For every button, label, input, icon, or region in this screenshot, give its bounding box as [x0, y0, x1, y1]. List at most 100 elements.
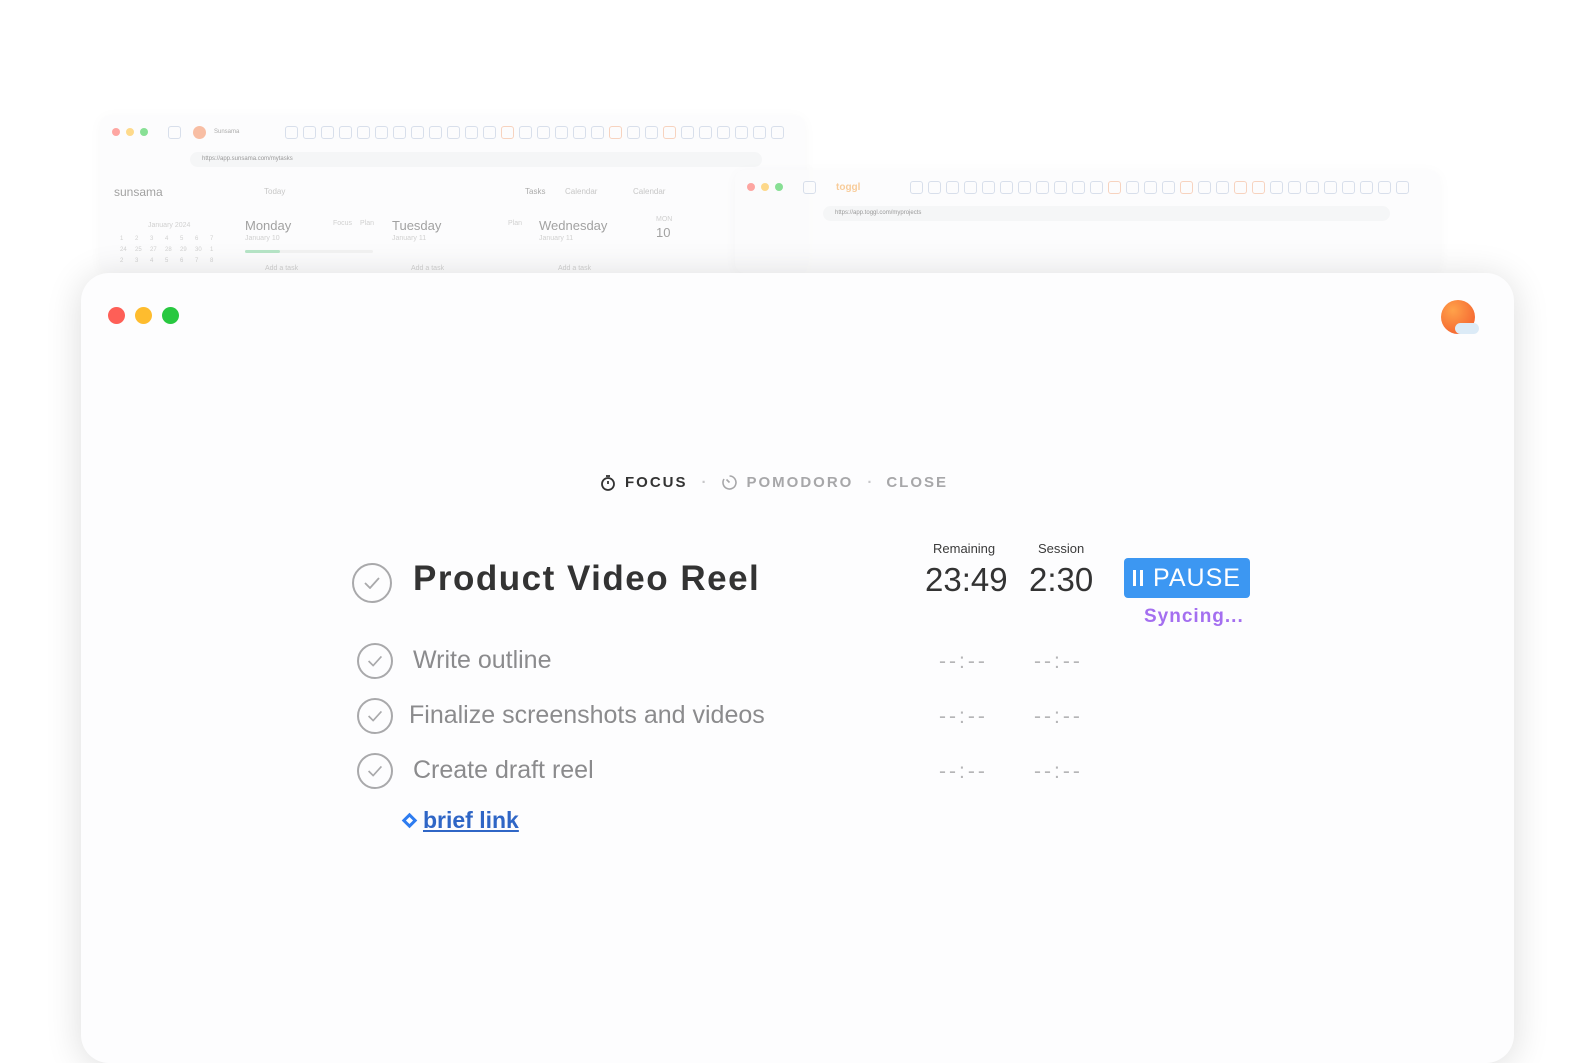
progress-fill	[245, 250, 280, 253]
bookmark-icon	[411, 125, 425, 139]
bookmark-icon	[1000, 180, 1014, 194]
address-bar: https://app.sunsama.com/mytasks	[190, 152, 762, 167]
bookmark-icon	[627, 125, 641, 139]
close-dot	[747, 183, 755, 191]
day-tuesday-date: January 11	[392, 235, 427, 242]
mini-day-number: 10	[656, 225, 671, 240]
calendar-day: 8	[210, 258, 214, 264]
calendar-day: 6	[195, 236, 199, 242]
calendar-day: 1	[210, 247, 214, 253]
subtask-title[interactable]: Write outline	[413, 646, 552, 675]
calendar-day: 28	[165, 247, 172, 253]
calendar-day: 2	[135, 236, 139, 242]
bookmark-icon	[501, 125, 515, 139]
bookmark-icons	[910, 180, 1410, 194]
sunsama-brand: sunsama	[114, 185, 163, 199]
bookmark-icon	[429, 125, 443, 139]
maximize-window-button[interactable]	[162, 307, 179, 324]
subtask-checkbox[interactable]	[357, 698, 393, 734]
bookmark-icon	[555, 125, 569, 139]
calendar-day: 1	[120, 236, 124, 242]
remaining-header: Remaining	[933, 541, 996, 556]
bookmark-icon	[681, 125, 695, 139]
close-window-button[interactable]	[108, 307, 125, 324]
calendar-day: 3	[150, 236, 154, 242]
bookmark-icon	[1162, 180, 1176, 194]
today-label: Today	[264, 187, 286, 196]
current-task-title[interactable]: Product Video Reel	[413, 559, 760, 599]
bookmark-icon	[982, 180, 996, 194]
browser-tab-bar: toggl	[735, 170, 1440, 204]
bookmark-icon	[357, 125, 371, 139]
calendar-day: 5	[180, 236, 184, 242]
tab-tasks: Tasks	[525, 187, 546, 196]
subtask-remaining: --:--	[939, 760, 988, 783]
remaining-time: 23:49	[925, 561, 1008, 598]
bookmark-icon	[537, 125, 551, 139]
calendar-day: 6	[180, 258, 184, 264]
maximize-dot	[140, 128, 148, 136]
tab-calendar-2: Calendar	[633, 187, 666, 196]
bookmark-icon	[1360, 180, 1374, 194]
bookmark-icon	[1198, 180, 1212, 194]
pause-label: PAUSE	[1153, 563, 1241, 592]
bookmark-icon	[1288, 180, 1302, 194]
minimize-window-button[interactable]	[135, 307, 152, 324]
bookmark-icon	[339, 125, 353, 139]
bookmark-icon	[1108, 180, 1122, 194]
mode-focus[interactable]: FOCUS	[600, 474, 688, 491]
brief-link[interactable]: brief link	[423, 807, 519, 834]
checkmark-icon	[367, 710, 383, 722]
bookmark-icon	[946, 180, 960, 194]
subtask-title[interactable]: Create draft reel	[413, 756, 594, 785]
bookmark-icon	[591, 125, 605, 139]
jira-icon	[401, 812, 418, 829]
bookmark-icon	[1036, 180, 1050, 194]
mode-pomodoro[interactable]: POMODORO	[721, 474, 854, 491]
address-bar: https://app.toggl.com/myprojects	[823, 206, 1390, 221]
bookmark-icon	[717, 125, 731, 139]
separator: ·	[867, 474, 873, 491]
pause-button[interactable]: PAUSE	[1124, 558, 1250, 598]
mode-pomodoro-label: POMODORO	[746, 474, 854, 491]
day-monday-plan: Plan	[360, 220, 375, 227]
day-monday-date: January 10	[245, 235, 280, 242]
checkmark-icon	[367, 765, 383, 777]
bookmark-icon	[1144, 180, 1158, 194]
checkmark-icon	[364, 577, 380, 589]
mode-focus-label: FOCUS	[625, 474, 688, 491]
github-icon	[803, 180, 816, 194]
subtask-checkbox[interactable]	[357, 753, 393, 789]
minimize-dot	[761, 183, 769, 191]
bookmark-icon	[735, 125, 749, 139]
bookmark-icon	[465, 125, 479, 139]
app-logo-icon[interactable]	[1441, 300, 1479, 336]
calendar-day: 5	[165, 258, 169, 264]
calendar-day: 29	[180, 247, 187, 253]
timer-icon	[721, 475, 737, 490]
day-wednesday-date: January 11	[539, 235, 574, 242]
bookmark-icon	[1270, 180, 1284, 194]
sunsama-logo-icon	[193, 125, 206, 139]
maximize-dot	[775, 183, 783, 191]
background-window-toggl: toggl https://app.toggl.com/myprojects	[735, 170, 1440, 273]
minimize-dot	[126, 128, 134, 136]
add-task: Add a task	[265, 265, 299, 272]
bookmark-icon	[910, 180, 924, 194]
bookmark-icon	[1252, 180, 1266, 194]
bookmark-icon	[609, 125, 623, 139]
bookmark-icon	[1324, 180, 1338, 194]
calendar-day: 4	[150, 258, 154, 264]
close-button[interactable]: CLOSE	[886, 474, 948, 491]
calendar-day: 3	[135, 258, 139, 264]
day-monday: Monday	[245, 218, 292, 233]
bookmark-icon	[1342, 180, 1356, 194]
subtask-title[interactable]: Finalize screenshots and videos	[409, 701, 765, 730]
background-window-sunsama: Sunsama https://app.sunsama.com/mytasks …	[100, 115, 805, 273]
complete-task-checkbox[interactable]	[352, 563, 392, 603]
subtask-checkbox[interactable]	[357, 643, 393, 679]
checkmark-icon	[367, 655, 383, 667]
mini-calendar: 1 2 3 4 5 6 7 24 25 27 28 29 30 1 2 3 4 …	[120, 236, 225, 264]
bookmark-icon	[1018, 180, 1032, 194]
bookmark-icon	[1090, 180, 1104, 194]
